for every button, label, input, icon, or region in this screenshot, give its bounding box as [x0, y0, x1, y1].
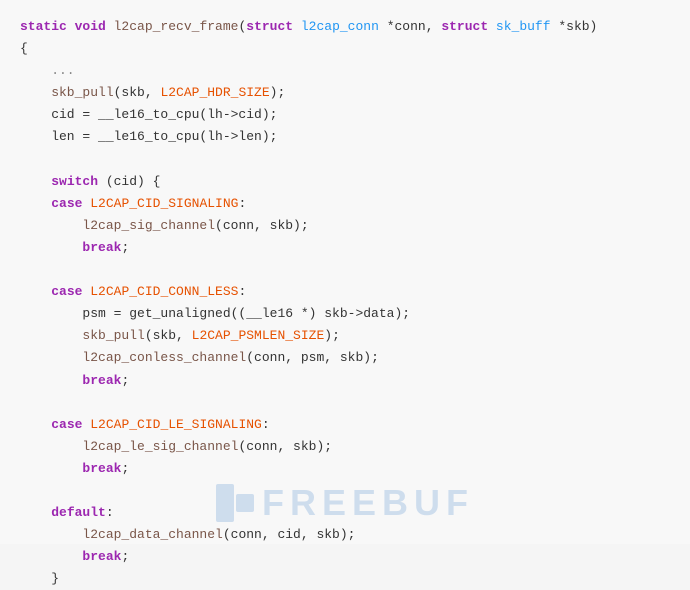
code-line: l2cap_le_sig_channel(conn, skb);: [20, 436, 670, 458]
code-token: ;: [121, 240, 129, 255]
code-token: :: [262, 417, 270, 432]
code-token: [20, 549, 82, 564]
code-token: skb_pull: [20, 85, 114, 100]
code-token: ;: [121, 549, 129, 564]
code-line: break;: [20, 237, 670, 259]
code-token: [20, 461, 82, 476]
code-line: default:: [20, 502, 670, 524]
code-line: break;: [20, 370, 670, 392]
code-line: switch (cid) {: [20, 171, 670, 193]
code-token: case: [51, 196, 90, 211]
code-token: break: [82, 373, 121, 388]
code-token: *skb): [558, 19, 597, 34]
code-token: l2cap_data_channel: [20, 527, 223, 542]
code-token: [20, 373, 82, 388]
code-token: (conn, skb);: [238, 439, 332, 454]
code-line: skb_pull(skb, L2CAP_HDR_SIZE);: [20, 82, 670, 104]
code-line: l2cap_conless_channel(conn, psm, skb);: [20, 347, 670, 369]
code-token: }: [20, 571, 59, 586]
code-token: L2CAP_CID_CONN_LESS: [90, 284, 238, 299]
code-token: len = __le16_to_cpu(lh->len);: [20, 129, 277, 144]
code-token: [20, 196, 51, 211]
code-token: [20, 505, 51, 520]
code-token: (conn, psm, skb);: [246, 350, 379, 365]
code-line: psm = get_unaligned((__le16 *) skb->data…: [20, 303, 670, 325]
code-token: :: [106, 505, 114, 520]
code-token: (conn, skb);: [215, 218, 309, 233]
code-token: L2CAP_HDR_SIZE: [160, 85, 269, 100]
code-line: [20, 480, 670, 502]
code-token: (skb,: [114, 85, 161, 100]
code-token: void: [75, 19, 114, 34]
code-token: break: [82, 240, 121, 255]
code-token: [20, 417, 51, 432]
code-token: psm = get_unaligned((__le16 *) skb->data…: [20, 306, 410, 321]
code-line: ...: [20, 60, 670, 82]
code-token: static: [20, 19, 75, 34]
code-token: (cid) {: [98, 174, 160, 189]
code-token: l2cap_conn: [301, 19, 387, 34]
code-token: [20, 174, 51, 189]
code-line: case L2CAP_CID_SIGNALING:: [20, 193, 670, 215]
code-token: skb_pull: [20, 328, 145, 343]
code-line: l2cap_sig_channel(conn, skb);: [20, 215, 670, 237]
code-token: {: [20, 41, 28, 56]
code-line: }: [20, 568, 670, 590]
code-token: struct: [441, 19, 496, 34]
code-token: :: [238, 196, 246, 211]
code-token: );: [324, 328, 340, 343]
code-token: *conn,: [387, 19, 442, 34]
code-token: L2CAP_PSMLEN_SIZE: [192, 328, 325, 343]
code-token: :: [238, 284, 246, 299]
code-token: [20, 240, 82, 255]
code-token: l2cap_le_sig_channel: [20, 439, 238, 454]
code-token: switch: [51, 174, 98, 189]
code-line: skb_pull(skb, L2CAP_PSMLEN_SIZE);: [20, 325, 670, 347]
code-token: l2cap_conless_channel: [20, 350, 246, 365]
code-token: L2CAP_CID_LE_SIGNALING: [90, 417, 262, 432]
code-line: case L2CAP_CID_CONN_LESS:: [20, 281, 670, 303]
code-token: cid = __le16_to_cpu(lh->cid);: [20, 107, 277, 122]
code-line: break;: [20, 458, 670, 480]
code-line: l2cap_data_channel(conn, cid, skb);: [20, 524, 670, 546]
code-token: (skb,: [145, 328, 192, 343]
code-token: sk_buff: [496, 19, 558, 34]
code-container: static void l2cap_recv_frame(struct l2ca…: [0, 0, 690, 544]
code-line: {: [20, 38, 670, 60]
code-line: case L2CAP_CID_LE_SIGNALING:: [20, 414, 670, 436]
code-line: len = __le16_to_cpu(lh->len);: [20, 126, 670, 148]
code-token: break: [82, 461, 121, 476]
code-line: [20, 259, 670, 281]
code-line: [20, 149, 670, 171]
code-token: ...: [20, 63, 75, 78]
code-token: break: [82, 549, 121, 564]
code-token: );: [270, 85, 286, 100]
code-line: static void l2cap_recv_frame(struct l2ca…: [20, 16, 670, 38]
code-line: cid = __le16_to_cpu(lh->cid);: [20, 104, 670, 126]
code-token: [20, 284, 51, 299]
code-token: l2cap_recv_frame: [114, 19, 239, 34]
code-token: l2cap_sig_channel: [20, 218, 215, 233]
code-token: L2CAP_CID_SIGNALING: [90, 196, 238, 211]
code-token: (conn, cid, skb);: [223, 527, 356, 542]
code-token: ;: [121, 461, 129, 476]
code-token: case: [51, 284, 90, 299]
code-line: break;: [20, 546, 670, 568]
code-token: default: [51, 505, 106, 520]
code-token: ;: [121, 373, 129, 388]
code-line: [20, 392, 670, 414]
code-token: struct: [246, 19, 301, 34]
code-token: case: [51, 417, 90, 432]
